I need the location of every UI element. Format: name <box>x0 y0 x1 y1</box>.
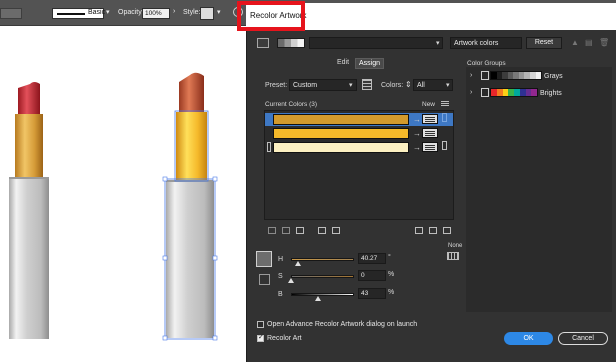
saturation-input[interactable]: 0 <box>358 270 386 281</box>
color-group-swatch-icon[interactable] <box>257 38 269 48</box>
current-color-bar[interactable] <box>273 114 409 125</box>
none-label: None <box>448 243 463 249</box>
save-group-icon[interactable]: ▲ <box>571 38 579 47</box>
color-group-name[interactable]: Grays <box>544 73 563 80</box>
separate-colors-icon[interactable] <box>282 227 290 234</box>
current-color-bar[interactable] <box>273 142 409 153</box>
chevron-down-icon[interactable]: ▾ <box>106 8 110 16</box>
chevron-right-icon[interactable]: › <box>173 8 175 15</box>
merge-colors-icon[interactable] <box>268 227 276 234</box>
new-color-swatch[interactable] <box>422 142 438 152</box>
new-colors-label: New <box>422 101 436 108</box>
color-reduction-options-icon[interactable] <box>362 79 372 90</box>
arrow-right-icon[interactable]: → <box>413 143 421 152</box>
brightness-label: B <box>278 291 283 298</box>
menu-icon[interactable] <box>441 101 449 102</box>
color-assignment-panel: → → → <box>264 110 454 220</box>
delete-icon[interactable]: 🗑 <box>599 38 609 47</box>
saturation-slider[interactable] <box>291 275 354 278</box>
hue-slider-knob[interactable] <box>294 261 301 266</box>
color-row[interactable]: → <box>265 141 453 154</box>
new-group-icon[interactable]: ▤ <box>585 38 593 47</box>
preserve-icon[interactable] <box>443 227 451 234</box>
hue-input[interactable]: 40.27 <box>358 253 386 264</box>
folder-icon[interactable] <box>481 71 489 80</box>
tab-edit[interactable]: Edit <box>337 59 349 66</box>
arrow-right-icon[interactable]: → <box>413 129 421 138</box>
color-groups-label: Color Groups <box>467 60 506 67</box>
find-color-icon[interactable] <box>415 227 423 234</box>
row-scroll-icon[interactable] <box>442 141 447 150</box>
stroke-style-label[interactable]: Basic <box>88 9 105 16</box>
hue-label: H <box>278 256 284 263</box>
artboard-canvas[interactable] <box>0 26 246 362</box>
new-color-swatch[interactable] <box>422 114 438 124</box>
row-scroll-icon[interactable] <box>442 113 447 122</box>
arrow-right-icon[interactable]: → <box>413 115 421 124</box>
color-group-field[interactable] <box>309 37 443 49</box>
brightness-unit: % <box>388 289 395 296</box>
brightness-slider[interactable] <box>291 293 354 296</box>
reset-button[interactable]: Reset <box>526 37 562 49</box>
open-advanced-label[interactable]: Open Advance Recolor Artwork dialog on l… <box>267 321 417 328</box>
opacity-label[interactable]: Opacity: <box>118 9 144 16</box>
color-mode-icon[interactable] <box>447 252 459 260</box>
graphic-style-swatch[interactable] <box>200 7 214 20</box>
saturation-unit: % <box>388 271 395 278</box>
current-colors-label: Current Colors (3) <box>265 101 318 108</box>
color-group-swatch[interactable] <box>531 89 537 96</box>
brights-swatch-strip[interactable] <box>490 88 538 97</box>
selected-color-swatch[interactable] <box>256 251 272 267</box>
fill-swatch[interactable] <box>0 8 22 19</box>
current-color-bar[interactable] <box>273 128 409 139</box>
ok-button[interactable]: OK <box>504 332 553 345</box>
recolor-art-checkbox[interactable] <box>257 333 264 342</box>
open-advanced-checkbox[interactable] <box>257 321 264 328</box>
row-handle-icon[interactable] <box>267 142 271 152</box>
brightness-input[interactable]: 43 <box>358 288 386 299</box>
color-group-name[interactable]: Brights <box>540 90 562 97</box>
new-color-swatch[interactable] <box>422 128 438 138</box>
lipstick-right <box>162 72 218 341</box>
active-colors-strip[interactable] <box>277 38 305 48</box>
tab-assign[interactable]: Assign <box>355 58 385 69</box>
saturation-slider-knob[interactable] <box>288 278 294 283</box>
brightness-slider-knob[interactable] <box>315 296 322 301</box>
color-groups-panel <box>466 67 612 312</box>
saturation-label: S <box>278 273 283 280</box>
chevron-down-icon[interactable]: ▾ <box>217 8 221 16</box>
lipstick-left <box>9 82 49 339</box>
lock-icon[interactable] <box>429 227 437 234</box>
color-row[interactable]: → <box>265 113 453 126</box>
exclude-colors-icon[interactable] <box>296 227 304 234</box>
title-highlight-frame <box>237 1 305 31</box>
opacity-input[interactable]: 100% <box>142 8 170 19</box>
grays-swatch-strip[interactable] <box>490 71 542 80</box>
color-set-name-input[interactable]: Artwork colors <box>450 37 522 49</box>
new-row-icon[interactable] <box>318 227 326 234</box>
recolor-art-label[interactable]: Recolor Art <box>267 335 302 342</box>
chevron-right-icon[interactable]: › <box>470 89 472 96</box>
lipstick-artwork[interactable] <box>0 26 246 362</box>
chevron-down-icon[interactable]: ▾ <box>436 39 440 47</box>
color-group-swatch[interactable] <box>535 72 542 79</box>
chevron-right-icon[interactable]: › <box>470 72 472 79</box>
folder-icon[interactable] <box>481 88 489 97</box>
stroke-fill-toggle-icon[interactable] <box>259 274 270 285</box>
degree-unit: ° <box>388 254 391 261</box>
randomize-order-icon[interactable] <box>332 227 340 234</box>
chevron-down-icon[interactable]: ▾ <box>446 81 450 89</box>
color-row[interactable]: → <box>265 127 453 140</box>
style-label: Style: <box>183 9 201 16</box>
stepper-icon[interactable]: ⇕ <box>405 80 412 89</box>
cancel-button[interactable]: Cancel <box>558 332 608 345</box>
colors-label: Colors: <box>381 82 404 89</box>
chevron-down-icon[interactable]: ▾ <box>349 81 353 89</box>
preset-select[interactable]: Custom <box>289 79 357 91</box>
preset-label: Preset: <box>265 82 288 89</box>
